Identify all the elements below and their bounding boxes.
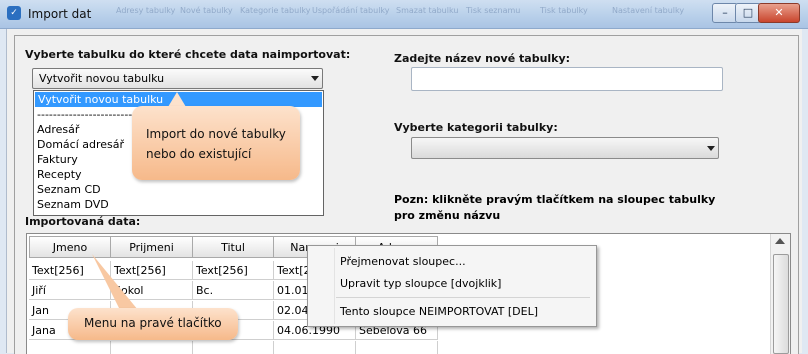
table-cell[interactable] [274, 341, 356, 354]
callout-pointer [168, 92, 186, 107]
list-item[interactable]: Adresář [37, 122, 79, 137]
imported-data-label: Importovaná data: [25, 215, 141, 228]
callout-pointer [92, 254, 138, 310]
background-toolbar-label: Adresy tabulky [116, 6, 176, 15]
new-table-name-input[interactable] [411, 67, 723, 91]
category-label: Vyberte kategorii tabulky: [394, 121, 558, 134]
menu-item-rename-column[interactable]: Přejmenovat sloupec... [340, 255, 466, 268]
background-toolbar-label: Kategorie tabulky [240, 6, 311, 15]
column-context-menu: Přejmenovat sloupec... Upravit typ sloup… [307, 245, 597, 327]
table-cell[interactable] [111, 341, 193, 354]
menu-item-change-type[interactable]: Upravit typ sloupce [dvojklik] [340, 277, 501, 290]
target-table-label: Vyberte tabulku do které chcete data nai… [25, 48, 351, 61]
background-toolbar-label: Nové tabulky [180, 6, 233, 15]
list-item[interactable]: Seznam CD [37, 182, 101, 197]
chevron-down-icon [311, 76, 319, 81]
background-toolbar-label: Smazat tabulku [396, 6, 459, 15]
target-table-dropdown[interactable]: Vytvořit novou tabulku [32, 68, 323, 89]
table-cell[interactable] [29, 341, 111, 354]
rename-hint: Pozn: klikněte pravým tlačítkem na sloup… [394, 193, 716, 222]
background-toolbar-label: Tisk tabulky [540, 6, 588, 15]
window-title: Import dat [28, 7, 92, 21]
callout-text: Menu na pravé tlačítko [84, 316, 222, 330]
title-bar[interactable]: ✓ Import dat Adresy tabulky Nové tabulky… [0, 0, 808, 29]
menu-gutter [334, 248, 335, 324]
list-item[interactable]: Seznam DVD [37, 197, 109, 212]
background-toolbar-label: Tisk seznamu [466, 6, 521, 15]
vertical-scrollbar[interactable] [770, 234, 790, 354]
list-item[interactable]: Faktury [37, 152, 78, 167]
category-dropdown[interactable] [411, 137, 719, 159]
window-right-edge [802, 29, 808, 353]
list-separator: ------------------------- [37, 108, 137, 121]
menu-separator [336, 297, 590, 298]
type-cell[interactable]: Text[256] [193, 261, 274, 280]
chevron-down-icon [707, 146, 715, 151]
list-item[interactable]: Domácí adresář [37, 137, 124, 152]
column-header[interactable]: Titul [192, 236, 274, 258]
app-icon: ✓ [7, 6, 21, 20]
list-item[interactable]: Recepty [37, 167, 82, 182]
callout-import-target: Import do nové tabulky nebo do existujíc… [132, 106, 300, 180]
scrollbar-thumb[interactable] [773, 254, 789, 354]
menu-item-skip-column[interactable]: Tento sloupce NEIMPORTOVAT [DEL] [340, 305, 538, 318]
new-table-name-label: Zadejte název nové tabulky: [394, 52, 571, 65]
background-toolbar-label: Nastavení tabulky [612, 6, 685, 15]
callout-context-menu: Menu na pravé tlačítko [68, 308, 238, 340]
background-toolbar-label: Uspořádání tabulky [312, 6, 390, 15]
target-table-selected: Vytvořit novou tabulku [39, 72, 165, 85]
table-cell[interactable]: Bc. [193, 281, 274, 300]
close-button[interactable]: ✕ [758, 3, 800, 23]
scroll-up-icon[interactable] [775, 238, 785, 244]
callout-text: Import do nové tabulky nebo do existujíc… [146, 127, 286, 161]
table-cell[interactable] [356, 341, 438, 354]
table-cell[interactable] [193, 341, 274, 354]
